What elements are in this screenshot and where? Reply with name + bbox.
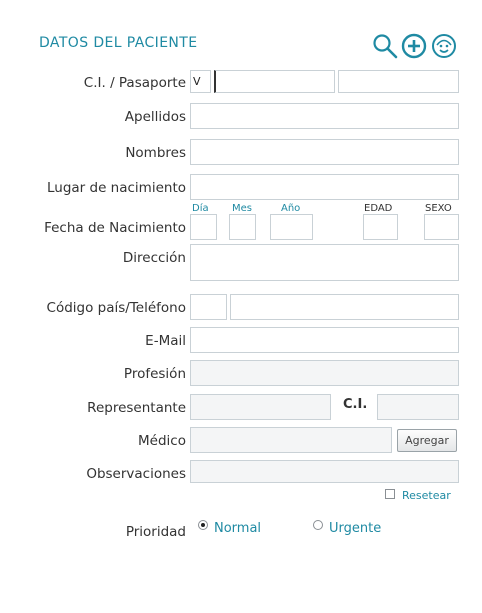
ci-pasaporte-label: C.I. / Pasaporte (83, 75, 186, 91)
profesion-label: Profesión (123, 366, 186, 382)
dia-label: Día (192, 203, 209, 214)
ano-label: Año (281, 203, 301, 214)
country-code-field[interactable] (190, 294, 227, 320)
prioridad-urgente-radio[interactable] (313, 520, 323, 530)
direccion-field[interactable] (190, 244, 459, 281)
email-field[interactable] (190, 327, 459, 353)
lugar-nacimiento-field[interactable] (190, 174, 459, 200)
phone-field[interactable] (230, 294, 459, 320)
mes-label: Mes (232, 203, 252, 214)
apellidos-field[interactable] (190, 103, 459, 129)
ci-extra-field[interactable] (338, 70, 459, 93)
medico-field[interactable] (190, 427, 392, 453)
telefono-label: Código país/Teléfono (46, 300, 186, 316)
observaciones-label: Observaciones (86, 466, 186, 482)
ci-number-field[interactable] (214, 70, 335, 93)
representante-ci-field[interactable] (377, 394, 459, 420)
representante-ci-label: C.I. (343, 397, 368, 412)
prioridad-normal-radio[interactable] (198, 520, 208, 530)
mes-field[interactable] (229, 214, 256, 240)
search-icon[interactable] (372, 33, 398, 59)
edad-field[interactable] (363, 214, 398, 240)
medico-label: Médico (138, 433, 186, 449)
ano-field[interactable] (270, 214, 313, 240)
agregar-medico-button[interactable]: Agregar (397, 429, 457, 452)
nombres-label: Nombres (125, 145, 186, 161)
profesion-field[interactable] (190, 360, 459, 386)
sexo-field[interactable] (424, 214, 459, 240)
representante-label: Representante (87, 400, 186, 416)
direccion-label: Dirección (122, 250, 186, 266)
resetear-checkbox[interactable] (385, 489, 395, 499)
edad-label: EDAD (364, 203, 393, 214)
lugar-nacimiento-label: Lugar de nacimiento (46, 180, 186, 196)
email-label: E-Mail (145, 333, 186, 349)
prioridad-urgente-label[interactable]: Urgente (329, 521, 381, 536)
resetear-label[interactable]: Resetear (402, 489, 451, 502)
apellidos-label: Apellidos (124, 109, 186, 125)
add-circle-icon[interactable] (401, 33, 427, 59)
fecha-nacimiento-label: Fecha de Nacimiento (44, 220, 186, 236)
representante-field[interactable] (190, 394, 331, 420)
document-type-select[interactable] (190, 70, 211, 93)
patient-face-icon[interactable] (431, 33, 457, 59)
observaciones-field[interactable] (190, 460, 459, 483)
prioridad-label: Prioridad (125, 524, 186, 540)
page-title: DATOS DEL PACIENTE (39, 35, 198, 51)
prioridad-normal-label[interactable]: Normal (214, 521, 261, 536)
nombres-field[interactable] (190, 139, 459, 165)
dia-field[interactable] (190, 214, 217, 240)
sexo-label: SEXO (425, 203, 452, 214)
